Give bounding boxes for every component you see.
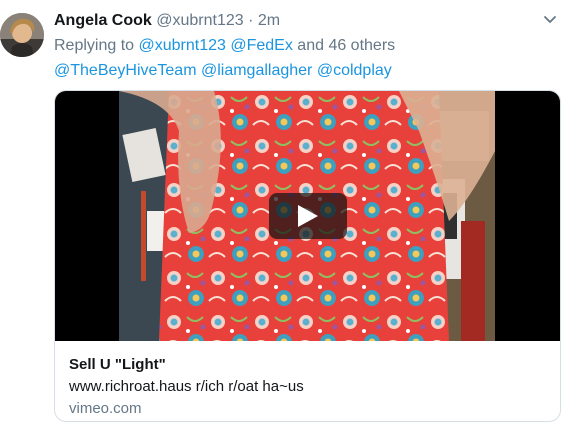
mention-link[interactable]: @liamgallagher [201,62,312,79]
tweet-timestamp[interactable]: 2m [258,12,280,29]
link-card[interactable]: Sell U "Light" www.richroat.haus r/ich r… [54,90,561,422]
author-name[interactable]: Angela Cook [54,12,152,29]
mention-link[interactable]: @xubrnt123 [139,37,226,54]
card-domain: vimeo.com [69,400,142,417]
replying-prefix: Replying to [54,37,135,54]
mention-link[interactable]: @FedEx [230,37,292,54]
play-button[interactable] [269,193,347,239]
mention-link[interactable]: @coldplay [317,62,392,79]
separator-dot: · [248,12,254,29]
avatar[interactable] [0,13,44,57]
chevron-down-icon[interactable] [543,12,557,26]
play-icon [298,205,318,227]
replying-to-line: Replying to @xubrnt123 @FedEx and 46 oth… [54,37,395,55]
video-player[interactable] [55,91,560,341]
mention-link[interactable]: @TheBeyHiveTeam [54,62,197,79]
card-title[interactable]: Sell U "Light" [69,356,166,373]
replying-suffix[interactable]: and 46 others [297,37,395,54]
card-description: www.richroat.haus r/ich r/oat ha~us [69,378,304,395]
author-handle[interactable]: @xubrnt123 [156,12,243,29]
tweet-header: Angela Cook @xubrnt123 · 2m [54,12,280,30]
replying-mentions-line: @TheBeyHiveTeam @liamgallagher @coldplay [54,62,392,80]
